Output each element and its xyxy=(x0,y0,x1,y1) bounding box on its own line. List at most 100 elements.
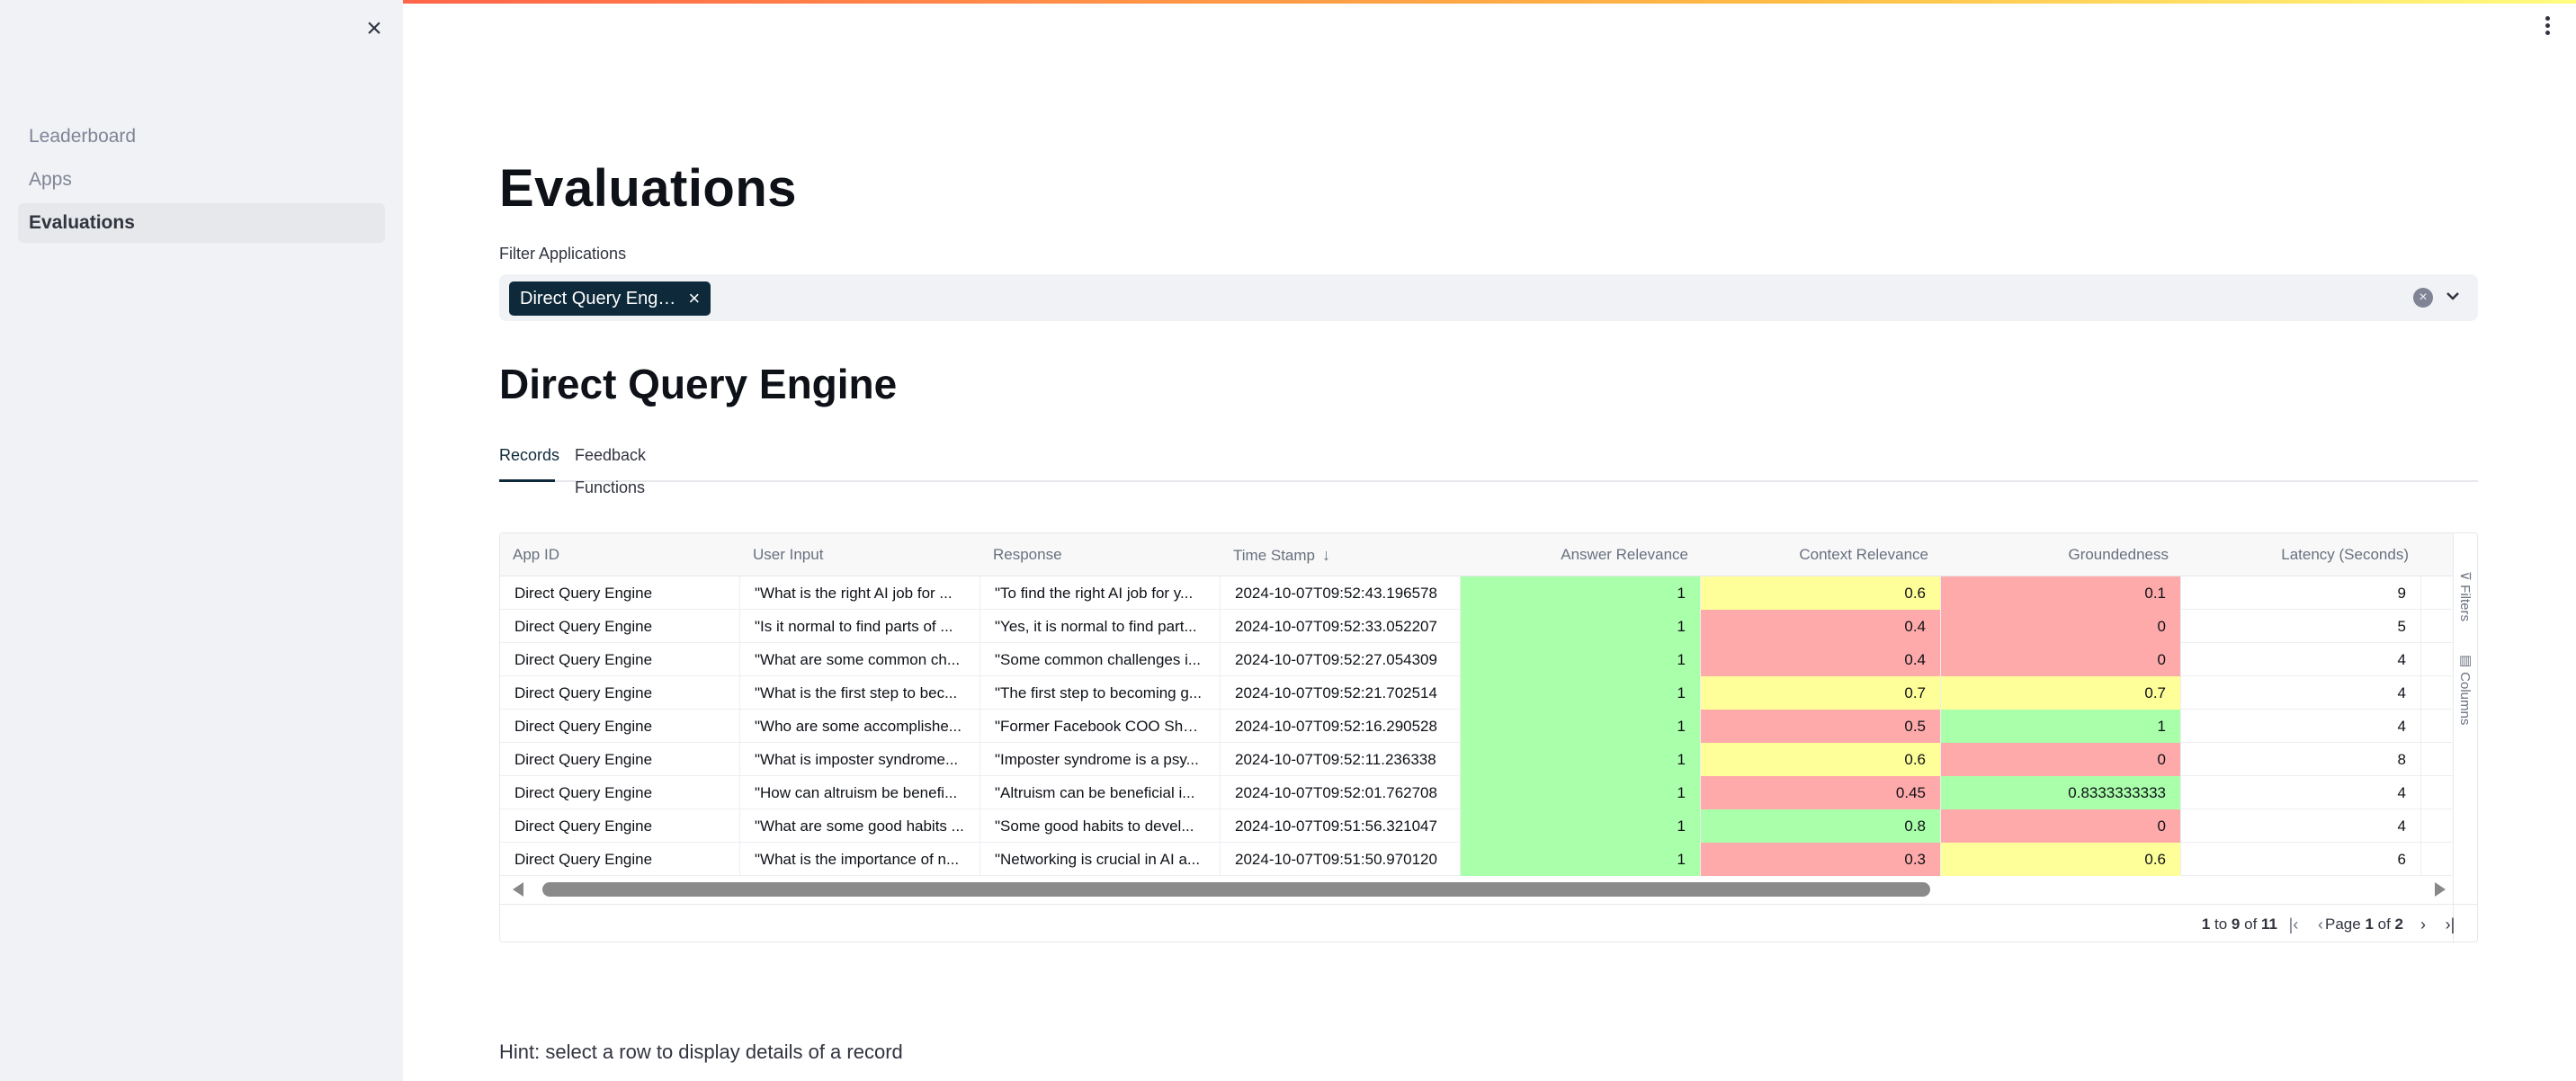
cell-time-stamp: 2024-10-07T09:51:56.321047 xyxy=(1221,809,1461,843)
cell-user-input: "Who are some accomplishe... xyxy=(740,710,980,743)
cell-groundedness: 0 xyxy=(1941,610,2181,643)
cell-answer-relevance: 1 xyxy=(1461,576,1701,610)
column-header-context-relevance[interactable]: Context Relevance xyxy=(1701,533,1941,576)
cell-latency: 9 xyxy=(2181,576,2421,610)
cell-app-id: Direct Query Engine xyxy=(500,643,740,676)
filters-side-tab-label: Filters xyxy=(2457,585,2473,621)
table-row[interactable]: Direct Query Engine "What is the importan… xyxy=(500,843,2455,876)
cell-app-id: Direct Query Engine xyxy=(500,676,740,710)
table-row[interactable]: Direct Query Engine "What is the first st… xyxy=(500,676,2455,710)
cell-groundedness: 0 xyxy=(1941,643,2181,676)
cell-app-id: Direct Query Engine xyxy=(500,576,740,610)
cell-user-input: "What is the right AI job for ... xyxy=(740,576,980,610)
page-indicator: Page 1 of 2 xyxy=(2325,916,2403,933)
table-row[interactable]: Direct Query Engine "What is the right AI… xyxy=(500,576,2455,610)
cell-latency: 6 xyxy=(2181,843,2421,876)
filter-label: Filter Applications xyxy=(499,245,627,263)
cell-latency: 4 xyxy=(2181,676,2421,710)
cell-answer-relevance: 1 xyxy=(1461,809,1701,843)
cell-user-input: "What are some good habits ... xyxy=(740,809,980,843)
chip-remove-icon[interactable]: × xyxy=(688,281,700,316)
column-header-time-stamp[interactable]: Time Stamp ↓ xyxy=(1221,533,1461,576)
sidebar: × Leaderboard Apps Evaluations xyxy=(0,0,403,1081)
cell-answer-relevance: 1 xyxy=(1461,676,1701,710)
table-row[interactable]: Direct Query Engine "What is imposter syn… xyxy=(500,743,2455,776)
cell-app-id: Direct Query Engine xyxy=(500,843,740,876)
cell-response: "To find the right AI job for y... xyxy=(980,576,1221,610)
scroll-left-arrow-icon[interactable] xyxy=(513,882,523,897)
cell-latency: 4 xyxy=(2181,710,2421,743)
column-header-groundedness[interactable]: Groundedness xyxy=(1941,533,2181,576)
cell-user-input: "What are some common ch... xyxy=(740,643,980,676)
cell-latency: 4 xyxy=(2181,643,2421,676)
tab-feedback-functions[interactable]: Feedback Functions xyxy=(575,439,719,496)
horizontal-scrollbar[interactable] xyxy=(500,879,2455,898)
filter-applications-multiselect[interactable]: Direct Query Eng… × × xyxy=(499,274,2478,321)
chevron-down-icon[interactable] xyxy=(2444,287,2462,305)
cell-time-stamp: 2024-10-07T09:52:01.762708 xyxy=(1221,776,1461,809)
filters-side-tab[interactable]: ⊽ Filters xyxy=(2456,571,2473,621)
cell-response: "The first step to becoming g... xyxy=(980,676,1221,710)
row-range-from: 1 xyxy=(2201,916,2211,933)
close-icon[interactable]: × xyxy=(363,15,385,42)
sidebar-nav: Leaderboard Apps Evaluations xyxy=(18,117,385,246)
cell-app-id: Direct Query Engine xyxy=(500,776,740,809)
cell-groundedness: 0 xyxy=(1941,809,2181,843)
column-header-latency[interactable]: Latency (Seconds) xyxy=(2181,533,2421,576)
last-page-icon[interactable]: ›| xyxy=(2441,915,2459,934)
cell-response: "Yes, it is normal to find part... xyxy=(980,610,1221,643)
row-range-summary: 1 to 9 of 11 xyxy=(2201,916,2277,933)
table-row[interactable]: Direct Query Engine "What are some good h… xyxy=(500,809,2455,843)
cell-user-input: "What is imposter syndrome... xyxy=(740,743,980,776)
column-header-answer-relevance[interactable]: Answer Relevance xyxy=(1461,533,1701,576)
cell-context-relevance: 0.3 xyxy=(1701,843,1941,876)
table-row[interactable]: Direct Query Engine "Is it normal to find… xyxy=(500,610,2455,643)
cell-groundedness: 0 xyxy=(1941,743,2181,776)
cell-user-input: "Is it normal to find parts of ... xyxy=(740,610,980,643)
cell-time-stamp: 2024-10-07T09:52:21.702514 xyxy=(1221,676,1461,710)
pagination-bar: 1 to 9 of 11 |‹ ‹ Page 1 of 2 › ›| xyxy=(500,904,2477,942)
vertical-ellipsis-icon[interactable] xyxy=(2536,16,2558,43)
filter-chip-label: Direct Query Eng… xyxy=(520,289,676,308)
sidebar-item-leaderboard[interactable]: Leaderboard xyxy=(18,117,385,156)
sidebar-item-apps[interactable]: Apps xyxy=(18,160,385,200)
cell-response: "Altruism can be beneficial i... xyxy=(980,776,1221,809)
records-grid: App ID User Input Response Time Stamp ↓ A… xyxy=(499,532,2478,943)
cell-context-relevance: 0.7 xyxy=(1701,676,1941,710)
clear-all-icon[interactable]: × xyxy=(2413,288,2433,308)
cell-response: "Imposter syndrome is a psy... xyxy=(980,743,1221,776)
columns-side-tab[interactable]: ▥ Columns xyxy=(2456,652,2473,725)
columns-side-tab-label: Columns xyxy=(2457,672,2473,726)
scrollbar-thumb[interactable] xyxy=(542,882,1930,897)
cell-app-id: Direct Query Engine xyxy=(500,610,740,643)
sort-descending-icon: ↓ xyxy=(1322,546,1331,564)
cell-response: "Some good habits to devel... xyxy=(980,809,1221,843)
next-page-icon[interactable]: › xyxy=(2414,915,2432,934)
tab-records[interactable]: Records xyxy=(499,439,559,482)
column-header-response[interactable]: Response xyxy=(980,533,1221,576)
cell-answer-relevance: 1 xyxy=(1461,843,1701,876)
cell-latency: 5 xyxy=(2181,610,2421,643)
cell-user-input: "How can altruism be benefi... xyxy=(740,776,980,809)
cell-groundedness: 0.8333333333 xyxy=(1941,776,2181,809)
column-header-app-id[interactable]: App ID xyxy=(500,533,740,576)
cell-time-stamp: 2024-10-07T09:52:16.290528 xyxy=(1221,710,1461,743)
table-row[interactable]: Direct Query Engine "What are some common… xyxy=(500,643,2455,676)
grid-side-panel: ⊽ Filters ▥ Columns xyxy=(2453,533,2477,942)
hint-text: Hint: select a row to display details of… xyxy=(499,1041,903,1063)
scroll-right-arrow-icon[interactable] xyxy=(2435,882,2446,897)
row-range-to: 9 xyxy=(2231,916,2241,933)
cell-context-relevance: 0.8 xyxy=(1701,809,1941,843)
column-header-user-input[interactable]: User Input xyxy=(740,533,980,576)
table-row[interactable]: Direct Query Engine "Who are some accompl… xyxy=(500,710,2455,743)
filter-chip[interactable]: Direct Query Eng… × xyxy=(509,281,711,316)
sidebar-item-evaluations[interactable]: Evaluations xyxy=(18,203,385,243)
tab-bar: Records Feedback Functions xyxy=(499,439,2478,496)
cell-response: "Some common challenges i... xyxy=(980,643,1221,676)
cell-context-relevance: 0.6 xyxy=(1701,743,1941,776)
cell-time-stamp: 2024-10-07T09:52:33.052207 xyxy=(1221,610,1461,643)
table-row[interactable]: Direct Query Engine "How can altruism be … xyxy=(500,776,2455,809)
first-page-icon[interactable]: |‹ xyxy=(2285,915,2303,934)
cell-latency: 8 xyxy=(2181,743,2421,776)
cell-user-input: "What is the importance of n... xyxy=(740,843,980,876)
